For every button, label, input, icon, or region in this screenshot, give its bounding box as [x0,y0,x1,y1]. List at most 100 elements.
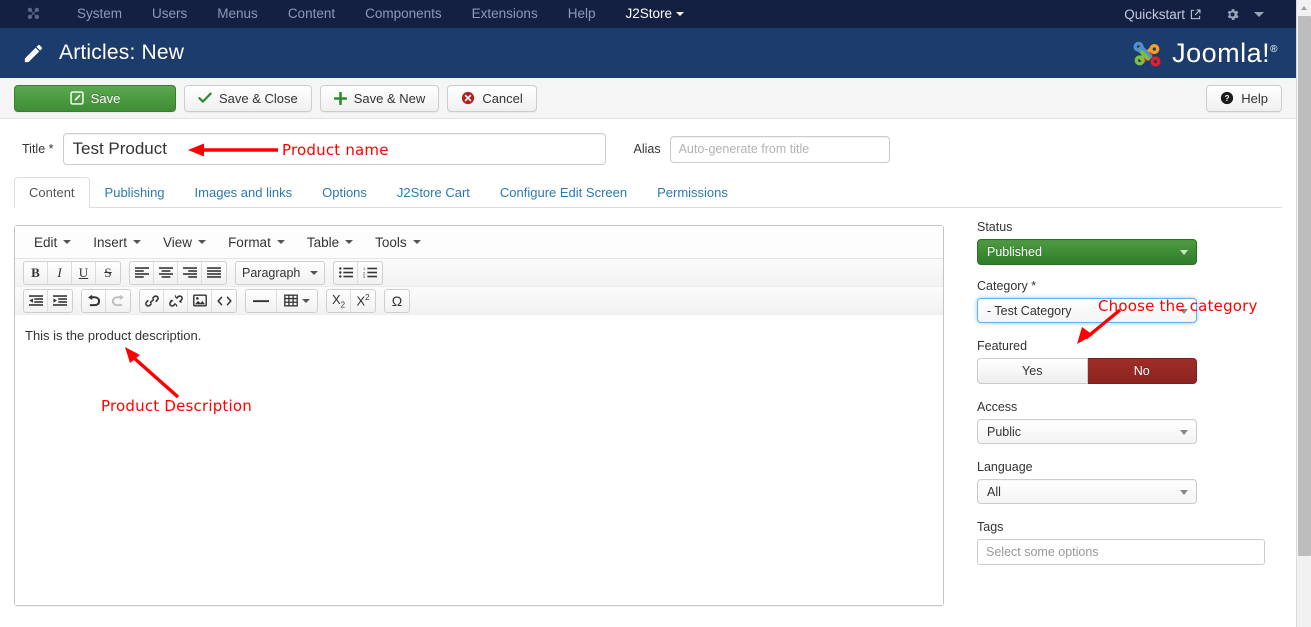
tab-configure-edit-screen[interactable]: Configure Edit Screen [485,177,642,208]
chevron-down-icon [198,240,207,244]
scrollbar-thumb[interactable] [1298,16,1311,556]
tab-permissions[interactable]: Permissions [642,177,743,208]
chevron-down-icon [1180,489,1188,495]
align-center-icon[interactable] [154,261,178,284]
insert-group [139,288,237,313]
bold-icon[interactable]: B [24,261,48,284]
indent-icon[interactable] [48,290,72,312]
menu-item-system[interactable]: System [62,0,137,28]
action-toolbar: Save Save & Close Save & New Cancel ? He… [0,78,1296,119]
menu-item-help[interactable]: Help [553,0,611,28]
source-code-icon[interactable] [212,290,236,312]
editor-menu-insert[interactable]: Insert [82,231,152,254]
menu-item-menus[interactable]: Menus [202,0,273,28]
menu-item-components[interactable]: Components [350,0,457,28]
access-value: Public [987,424,1022,439]
joomla-logo-icon[interactable] [18,6,48,23]
settings-dropdown-caret[interactable] [1246,8,1274,21]
chevron-down-icon [1180,429,1188,435]
save-close-button[interactable]: Save & Close [184,84,312,112]
tab-content[interactable]: Content [14,177,90,208]
registered-mark: ® [1270,43,1278,55]
unlink-icon[interactable] [164,289,188,312]
outdent-icon[interactable] [24,289,48,312]
subscript-icon[interactable]: X2 [327,289,351,312]
cancel-circle-icon [461,91,475,105]
category-value: - Test Category [987,303,1072,318]
undo-icon[interactable] [82,289,106,312]
link-icon[interactable] [140,289,164,312]
chevron-down-icon [676,12,684,17]
save-close-button-label: Save & Close [219,90,298,106]
scrollbar-up-arrow-icon[interactable] [1297,0,1311,15]
access-select[interactable]: Public [977,419,1197,444]
quickstart-link[interactable]: Quickstart [1114,3,1211,26]
tab-options[interactable]: Options [307,177,382,208]
cancel-button[interactable]: Cancel [447,84,537,112]
chevron-down-icon [412,240,421,244]
menu-item-j2store[interactable]: J2Store [610,0,692,28]
menu-item-users[interactable]: Users [137,0,202,28]
align-justify-icon[interactable] [202,262,226,284]
product-name-arrow [188,143,278,157]
annotation-choose-category: Choose the category [1098,297,1258,315]
align-right-icon[interactable] [178,261,202,284]
numbered-list-icon[interactable]: 123 [358,262,382,284]
save-new-button-label: Save & New [353,90,426,106]
featured-field: Featured Yes No [977,339,1282,384]
editor-menu-table[interactable]: Table [296,231,364,254]
editor-menu-tools[interactable]: Tools [364,231,432,254]
horizontal-rule-icon[interactable] [246,289,277,312]
save-button[interactable]: Save [14,84,176,112]
history-group [81,288,131,313]
access-field: Access Public [977,400,1282,444]
chevron-down-icon [302,298,310,303]
italic-icon[interactable]: I [48,261,72,284]
superscript-icon[interactable]: X2 [351,290,375,312]
underline-icon[interactable]: U [72,261,96,284]
tags-input[interactable]: Select some options [977,539,1265,565]
status-label: Status [977,220,1013,234]
chevron-down-icon [345,240,354,244]
plus-icon [333,91,347,105]
editor-toolbar-row-2: X2 X2 Ω [15,287,943,315]
align-left-icon[interactable] [130,261,154,284]
menu-item-content[interactable]: Content [273,0,350,28]
featured-toggle: Yes No [977,358,1197,384]
editor-menu-format[interactable]: Format [217,231,296,254]
tab-publishing[interactable]: Publishing [90,177,180,208]
strikethrough-icon[interactable]: S [96,262,120,284]
chevron-down-icon [1180,250,1188,255]
status-field: Status Published [977,220,1282,265]
help-button[interactable]: ? Help [1206,84,1282,112]
paragraph-format-select[interactable]: Paragraph [236,262,324,284]
status-select[interactable]: Published [977,239,1197,265]
editor-menu-edit[interactable]: Edit [23,231,82,254]
alias-input[interactable] [669,135,890,163]
editor-menu-view[interactable]: View [152,231,217,254]
featured-yes-button[interactable]: Yes [977,358,1088,384]
menu-item-j2store-label: J2Store [625,6,672,21]
redo-icon[interactable] [106,290,130,312]
page-scrollbar[interactable] [1296,0,1311,627]
image-icon[interactable] [188,289,212,312]
access-label: Access [977,400,1018,414]
featured-no-button[interactable]: No [1087,358,1197,384]
gear-icon[interactable] [1211,3,1246,26]
special-character-icon[interactable]: Ω [385,290,409,312]
tags-field: Tags Select some options [977,520,1282,565]
save-new-button[interactable]: Save & New [319,84,440,112]
menu-item-extensions[interactable]: Extensions [457,0,553,28]
category-label: Category * [977,279,1037,293]
language-select[interactable]: All [977,479,1197,504]
bullet-list-icon[interactable] [334,261,358,284]
page-title: Articles: New [59,41,185,64]
product-description-arrow [125,347,180,399]
text-style-group: B I U S [23,260,121,285]
admin-menu: System Users Menus Content Components Ex… [62,0,692,28]
sidebar-panel: Status Published Category * - Test Categ… [958,208,1282,606]
tab-j2store-cart[interactable]: J2Store Cart [382,177,485,208]
tab-images-and-links[interactable]: Images and links [180,177,308,208]
tinymce-editor: Edit Insert View Format Table Tools B I … [14,225,944,606]
table-icon[interactable] [277,290,317,312]
